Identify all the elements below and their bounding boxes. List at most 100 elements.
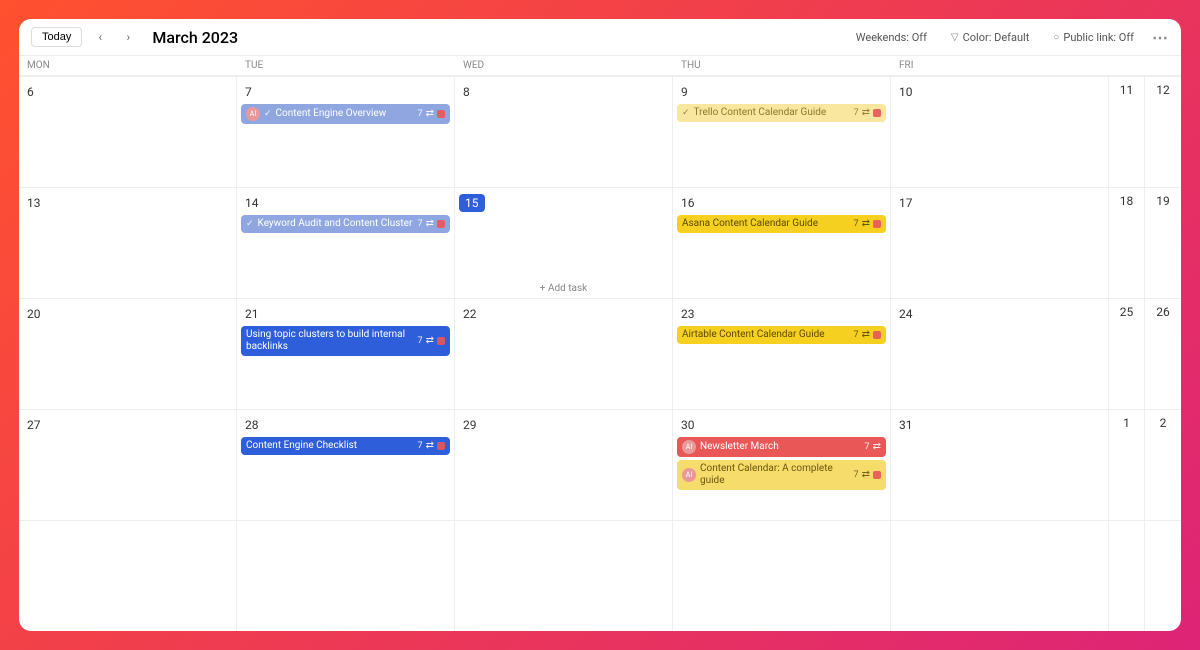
status-dot [873, 471, 881, 479]
day-number: 2 [1147, 414, 1179, 432]
filter-icon: ▽ [951, 32, 959, 43]
calendar-cell[interactable] [1145, 521, 1181, 631]
calendar-cell[interactable]: 9✓Trello Content Calendar Guide7⇄ [673, 77, 891, 187]
day-number: 27 [23, 416, 45, 434]
calendar-cell[interactable]: 7AI✓Content Engine Overview7⇄ [237, 77, 455, 187]
calendar-app: Today ‹ › March 2023 Weekends: Off ▽Colo… [19, 19, 1181, 631]
day-number: 20 [23, 305, 45, 323]
task-meta: 7⇄ [854, 218, 881, 230]
prev-month-button[interactable]: ‹ [90, 27, 110, 47]
weekday-label [1109, 56, 1145, 75]
calendar-cell[interactable]: 10 [891, 77, 1109, 187]
calendar-cell[interactable]: 17 [891, 188, 1109, 298]
status-dot [873, 220, 881, 228]
calendar-cell[interactable]: 22 [455, 299, 673, 409]
day-number: 24 [895, 305, 917, 323]
header: Today ‹ › March 2023 Weekends: Off ▽Colo… [19, 19, 1181, 56]
calendar-cell[interactable]: 26 [1145, 299, 1181, 409]
task-meta: 7⇄ [865, 441, 881, 453]
task-card[interactable]: Asana Content Calendar Guide 7⇄ [677, 215, 886, 233]
task-title: Asana Content Calendar Guide [682, 218, 850, 230]
weekends-toggle[interactable]: Weekends: Off [856, 31, 927, 44]
day-number: 13 [23, 194, 45, 212]
calendar-cell[interactable] [1109, 521, 1145, 631]
calendar-row: 20 21Using topic clusters to build intern… [19, 298, 1181, 409]
calendar-cell[interactable]: 14 ✓Keyword Audit and Content Cluster7⇄ [237, 188, 455, 298]
calendar-cell[interactable] [891, 521, 1109, 631]
task-card[interactable]: ✓Keyword Audit and Content Cluster7⇄ [241, 215, 450, 233]
calendar-cell[interactable]: 16 Asana Content Calendar Guide 7⇄ [673, 188, 891, 298]
repeat-icon: ⇄ [426, 218, 434, 230]
task-card[interactable]: Content Engine Checklist7⇄ [241, 437, 450, 455]
task-meta: 7⇄ [418, 108, 445, 120]
calendar-row: 67AI✓Content Engine Overview7⇄8 9✓Trello … [19, 76, 1181, 187]
calendar-cell[interactable] [455, 521, 673, 631]
calendar-row: 2728Content Engine Checklist7⇄2930AINews… [19, 409, 1181, 520]
status-dot [437, 337, 445, 345]
task-title: Using topic clusters to build internal b… [246, 329, 414, 353]
more-menu-button[interactable]: ⋯ [1152, 28, 1169, 47]
repeat-icon: ⇄ [426, 335, 434, 347]
check-icon: ✓ [264, 109, 272, 120]
add-task-button[interactable]: + Add task [540, 283, 587, 294]
day-number: 8 [459, 83, 474, 101]
task-card[interactable]: Using topic clusters to build internal b… [241, 326, 450, 356]
weekday-label: FRI [891, 56, 1109, 75]
weekday-label [1145, 56, 1181, 75]
calendar-cell[interactable]: 8 [455, 77, 673, 187]
status-dot [437, 442, 445, 450]
repeat-icon: ⇄ [862, 218, 870, 230]
calendar-cell[interactable]: 15+ Add task [455, 188, 673, 298]
calendar-cell[interactable]: 29 [455, 410, 673, 520]
task-card[interactable]: AI✓Content Engine Overview7⇄ [241, 104, 450, 124]
calendar-cell[interactable]: 13 [19, 188, 237, 298]
calendar-row: 13 14 ✓Keyword Audit and Content Cluster7⇄… [19, 187, 1181, 298]
calendar-cell[interactable]: 21Using topic clusters to build internal… [237, 299, 455, 409]
status-dot [873, 109, 881, 117]
calendar-cell[interactable]: 19 [1145, 188, 1181, 298]
calendar-cell[interactable]: 23Airtable Content Calendar Guide7⇄ [673, 299, 891, 409]
month-title: March 2023 [152, 28, 238, 47]
status-dot [873, 331, 881, 339]
calendar-cell[interactable]: 25 [1109, 299, 1145, 409]
day-number: 16 [677, 194, 699, 212]
calendar-cell[interactable]: 12 [1145, 77, 1181, 187]
calendar-cell[interactable] [237, 521, 455, 631]
day-number: 14 [241, 194, 263, 212]
today-button[interactable]: Today [31, 27, 82, 47]
link-icon: ○ [1053, 32, 1059, 43]
calendar-cell[interactable]: 11 [1109, 77, 1145, 187]
calendar-cell[interactable]: 27 [19, 410, 237, 520]
task-meta: 7⇄ [418, 335, 445, 347]
day-number: 12 [1147, 81, 1179, 99]
calendar-cell[interactable] [673, 521, 891, 631]
calendar-cell[interactable]: 20 [19, 299, 237, 409]
color-option[interactable]: ▽Color: Default [951, 31, 1029, 44]
calendar-cell[interactable]: 28 Content Engine Checklist7⇄ [237, 410, 455, 520]
task-card[interactable]: ✓Trello Content Calendar Guide7⇄ [677, 104, 886, 122]
calendar-cell[interactable] [19, 521, 237, 631]
task-card[interactable]: AIContent Calendar: A complete guide7⇄ [677, 460, 886, 490]
public-link-toggle[interactable]: ○Public link: Off [1053, 31, 1134, 44]
calendar-cell[interactable]: 18 [1109, 188, 1145, 298]
calendar-cell[interactable]: 24 [891, 299, 1109, 409]
task-card[interactable]: AINewsletter March7⇄ [677, 437, 886, 457]
chevron-right-icon: › [127, 30, 131, 44]
day-number: 28 [241, 416, 263, 434]
repeat-icon: ⇄ [862, 107, 870, 119]
calendar-cell[interactable]: 30AINewsletter March7⇄AIContent Calendar… [673, 410, 891, 520]
weekday-label: MON [19, 56, 237, 75]
task-card[interactable]: Airtable Content Calendar Guide7⇄ [677, 326, 886, 344]
calendar-cell[interactable]: 1 [1109, 410, 1145, 520]
calendar-cell[interactable]: 31 [891, 410, 1109, 520]
weekday-label: TUE [237, 56, 455, 75]
avatar: AI [682, 440, 696, 454]
day-number: 17 [895, 194, 917, 212]
task-meta: 7⇄ [854, 107, 881, 119]
chevron-left-icon: ‹ [99, 30, 103, 44]
next-month-button[interactable]: › [118, 27, 138, 47]
calendar-cell[interactable]: 2 [1145, 410, 1181, 520]
day-number: 31 [895, 416, 917, 434]
day-number: 19 [1147, 192, 1179, 210]
calendar-cell[interactable]: 6 [19, 77, 237, 187]
